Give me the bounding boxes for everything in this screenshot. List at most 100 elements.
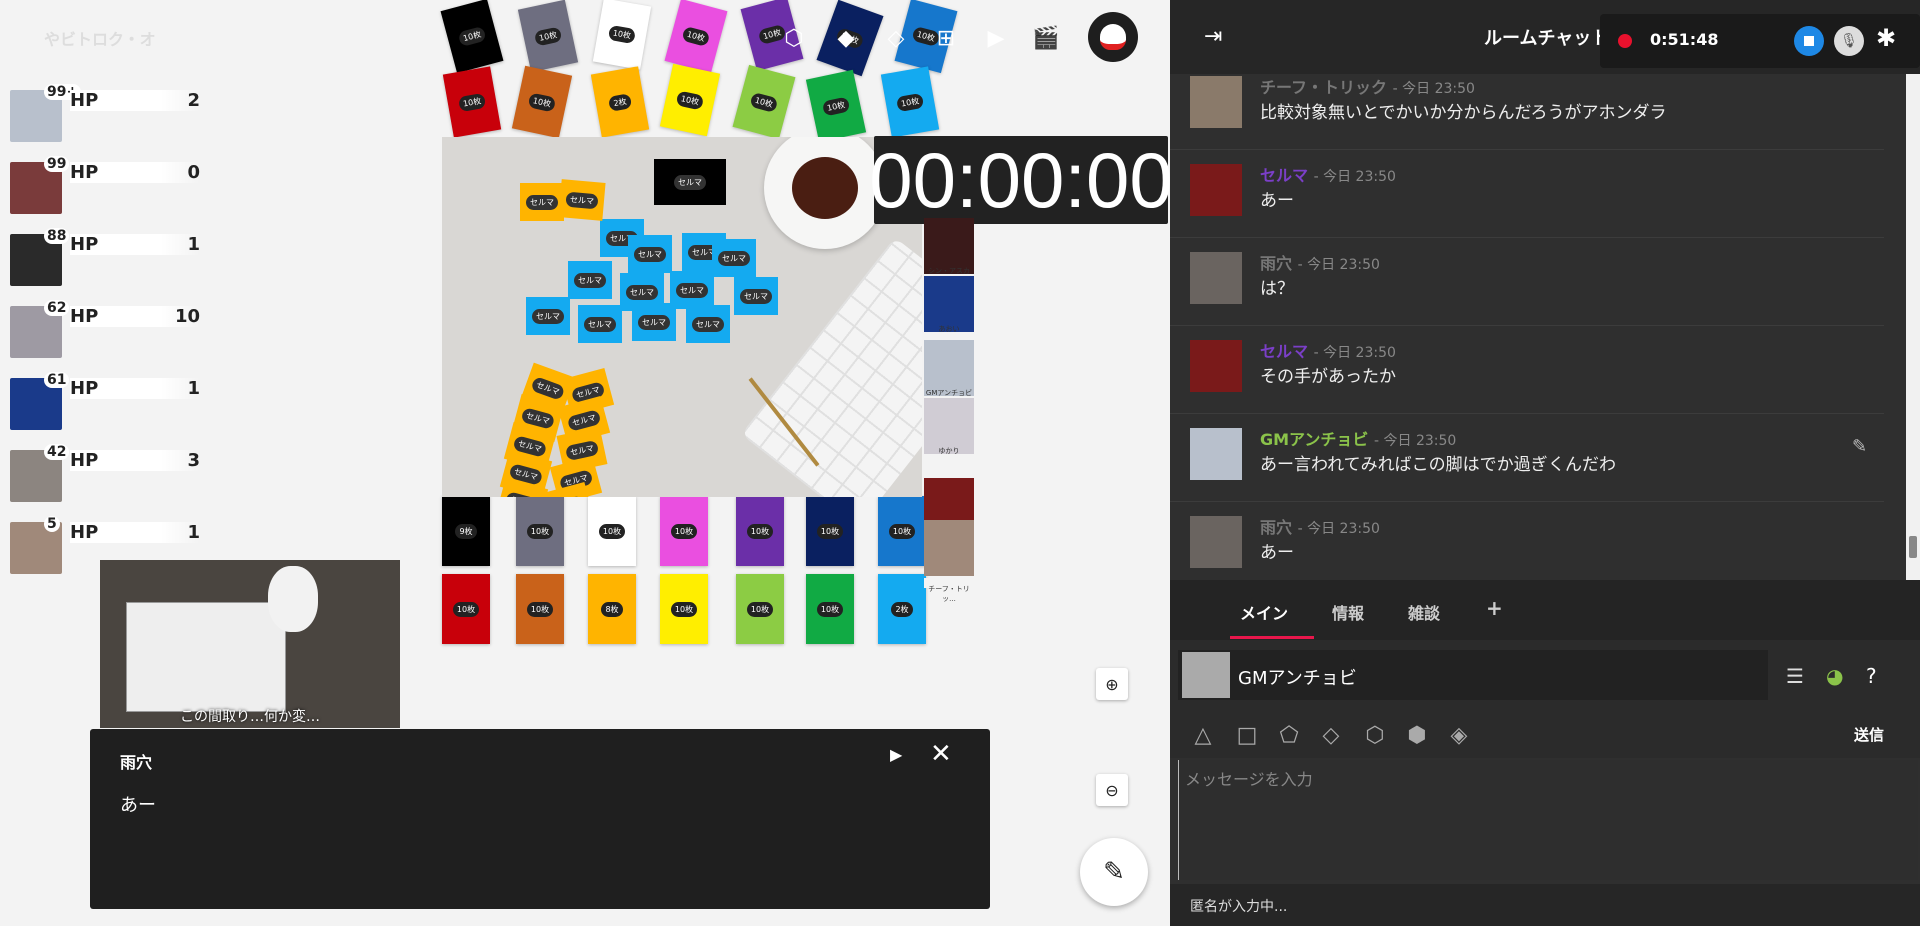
board-token[interactable]: セルマ [734,277,778,315]
palette-icon[interactable]: ◕ [1826,664,1843,688]
stop-recording-button[interactable] [1794,26,1824,56]
timer-display: 00:00:00 [869,135,1170,224]
deck-card[interactable]: 10枚 [660,574,708,644]
d100-icon[interactable]: ◈ [1446,722,1472,748]
deck-card[interactable]: 10枚 [588,496,636,566]
message-input[interactable] [1178,760,1918,880]
deck-card[interactable]: 8枚 [588,574,636,644]
add-tab-button[interactable]: + [1486,596,1503,620]
deck-card[interactable]: 10枚 [878,496,926,566]
coffee-cup-image [764,137,886,249]
help-icon[interactable]: ? [1866,664,1877,688]
d12-icon[interactable]: ⬡ [1362,722,1388,748]
deck-card[interactable]: 10枚 [659,63,721,137]
deck-card[interactable]: 10枚 [516,574,564,644]
board-token[interactable]: セルマ [686,305,730,343]
mic-muted-icon[interactable]: 🎙 [1834,26,1864,56]
d4-icon[interactable]: △ [1190,722,1216,748]
token-label: セルマ [584,316,616,332]
token-label: セルマ [674,174,706,190]
board-token[interactable]: セルマ [632,303,676,341]
deck-card[interactable]: 10枚 [516,496,564,566]
board-token[interactable]: セルマ [670,271,714,309]
player-row[interactable]: 99+ HP 2 [10,84,210,146]
deck-card[interactable]: 2枚 [590,66,650,138]
hp-label: HP 0 [70,162,200,183]
side-token-label: ゆかり [938,447,960,455]
tab-info[interactable]: 情報 [1332,600,1364,624]
play-next-icon[interactable]: ▶ [890,745,902,764]
deck-card[interactable]: 10枚 [736,574,784,644]
list-icon[interactable]: ☰ [1786,664,1804,688]
gear-icon[interactable]: ✱ [1876,24,1896,52]
deck-card[interactable]: 9枚 [442,496,490,566]
sender-avatar [1182,652,1230,698]
token-label: セルマ [550,494,586,497]
player-row[interactable]: 42 HP 3 [10,444,210,506]
player-row[interactable]: 88 HP 1 [10,228,210,290]
zoom-in-button[interactable]: ⊕ [1096,668,1128,700]
board-token[interactable]: セルマ [712,239,756,277]
close-icon[interactable]: ✕ [930,739,952,769]
chat-title: ルームチャット [1484,28,1610,49]
message-text: は？ [1260,279,1294,299]
scrollbar-thumb[interactable] [1909,536,1917,558]
d20-icon[interactable]: ⬢ [1404,722,1430,748]
d8-icon[interactable]: ⬠ [1276,722,1302,748]
collapse-panel-icon[interactable]: ⇥ [1204,24,1222,49]
deck-card[interactable]: 10枚 [732,64,796,140]
edit-pencil-icon[interactable]: ✎ [1852,436,1867,457]
side-token[interactable] [924,520,974,576]
deck-card[interactable]: 10枚 [442,574,490,644]
chat-message: 雨穴 - 今日 23:50 あー [1170,502,1884,580]
edit-pencil-button[interactable]: ✎ [1080,838,1148,906]
deck-card[interactable]: 10枚 [880,66,940,138]
chat-message-list[interactable]: チーフ・トリック - 今日 23:50 比較対象無いとでかいか分からんだろうがアホ… [1170,74,1906,580]
deck-card[interactable]: 10枚 [660,496,708,566]
board-token[interactable]: セルマ [628,235,672,273]
d6-icon[interactable]: □ [1234,722,1260,748]
board-black-card[interactable]: セルマ [654,159,726,205]
deck-card[interactable]: 2枚 [878,574,926,644]
side-token-label: チーフ・トリッ... [928,585,970,603]
layers-outline-icon[interactable]: ◇ [882,24,910,52]
card-count: 8枚 [601,601,623,617]
chat-panel: ⇥ ルームチャット 0:51:48 🎙 ✱ チーフ・トリック - 今日 23:5… [1170,0,1920,926]
video-panel[interactable]: この間取り…何か変… [100,560,400,728]
send-button[interactable]: 送信 [1854,724,1884,745]
deck-card[interactable]: 10枚 [806,574,854,644]
avatar [1190,76,1242,128]
deck-card[interactable]: 10枚 [442,66,502,138]
app-logo[interactable] [1088,12,1138,62]
tab-chatter[interactable]: 雑談 [1408,600,1440,624]
deck-card[interactable]: 10枚 [806,496,854,566]
add-panel-icon[interactable]: ⊞ [932,24,960,52]
chat-scrollbar[interactable] [1906,74,1920,580]
tab-main[interactable]: メイン [1240,600,1288,624]
masked-person [268,566,318,632]
board-map[interactable]: セルマ セルマ セルマ セルマ セルマ セルマ セルマ セルマ セルマ セルマ セルマ セルマ セルマセ… [442,137,922,497]
layers-icon[interactable]: ◆ [832,24,860,52]
clapper-icon[interactable]: 🎬 [1032,24,1060,52]
zoom-out-button[interactable]: ⊖ [1096,774,1128,806]
deck-card[interactable]: 10枚 [592,0,652,70]
deck-card[interactable]: 10枚 [440,0,504,74]
screen-play-icon[interactable]: ▶ [982,24,1010,52]
deck-card[interactable]: 10枚 [805,69,867,143]
board-token[interactable]: セルマ [578,305,622,343]
dice-icon[interactable]: ⬡ [780,24,808,52]
board-token[interactable]: セルマ [520,183,564,221]
sender-select[interactable]: GMアンチョビ [1178,650,1768,700]
deck-card[interactable]: 10枚 [664,0,728,74]
board-token[interactable]: セルマ [526,297,570,335]
player-row[interactable]: 62 HP 10 [10,300,210,362]
player-row[interactable]: 61 HP 1 [10,372,210,434]
deck-card[interactable]: 10枚 [517,0,579,73]
board-token[interactable]: セルマ [558,179,606,221]
d10-icon[interactable]: ◇ [1318,722,1344,748]
board-token[interactable]: セルマ [568,261,612,299]
deck-card[interactable]: 10枚 [736,496,784,566]
player-row[interactable]: 99 HP 0 [10,156,210,218]
hp-label-text: HP [70,378,99,399]
deck-card[interactable]: 10枚 [511,65,573,139]
